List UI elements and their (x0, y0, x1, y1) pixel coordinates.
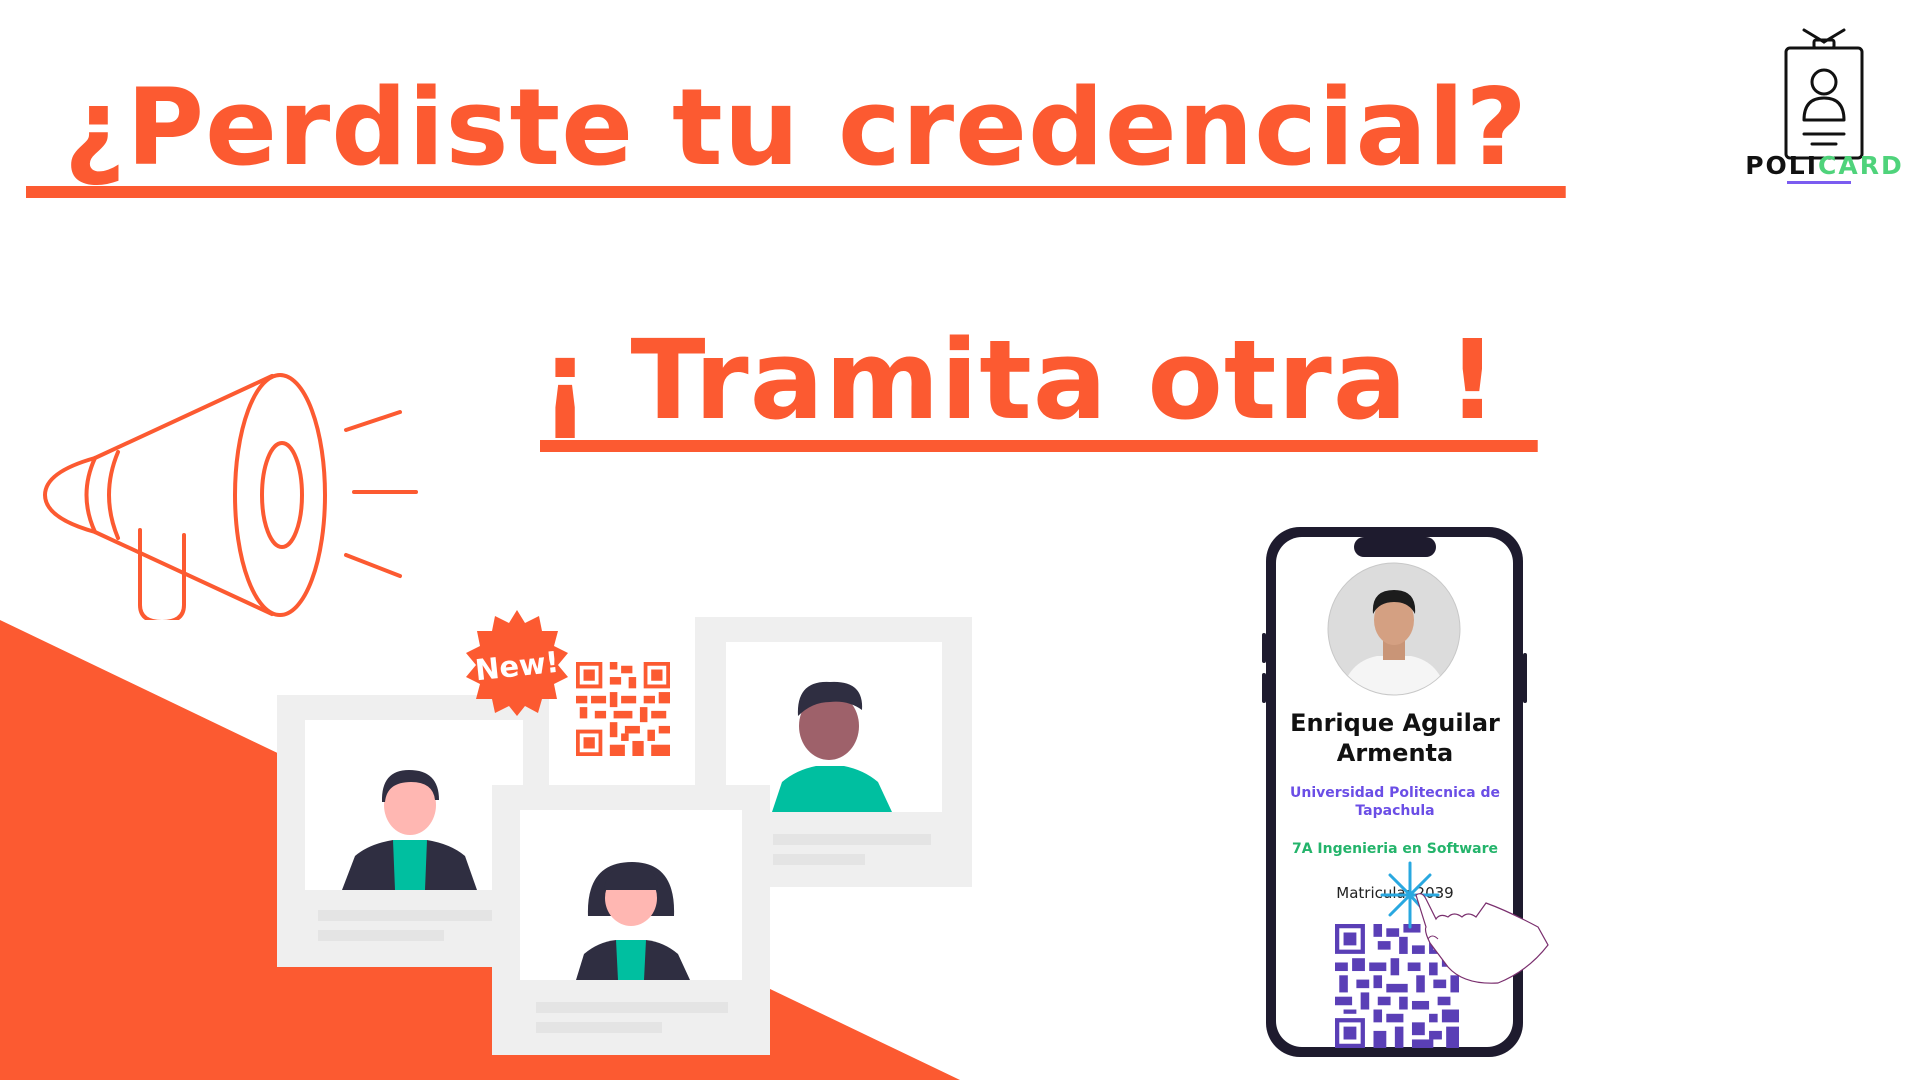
qr-code-icon (576, 662, 670, 756)
profile-card-line (318, 910, 508, 921)
profile-card-line (536, 1022, 662, 1033)
megaphone-icon (43, 373, 418, 620)
profile-card-line (318, 930, 444, 941)
credential-name: Enrique Aguilar Armenta (1290, 709, 1500, 767)
headline-request-another: ¡ Tramita otra ! (540, 316, 1538, 444)
tap-hand-icon (1380, 861, 1549, 984)
credential-university: Universidad Politecnica de Tapachula (1289, 785, 1501, 819)
profile-card-line (773, 834, 931, 845)
brand-name-part2: CARD (1818, 151, 1904, 180)
profile-photo (1327, 562, 1461, 696)
avatar-woman-icon (576, 862, 690, 980)
brand-underline (1787, 181, 1851, 184)
brand-name-part1: POLI (1745, 151, 1819, 180)
avatar-man-icon (342, 770, 477, 890)
brand-logo-text: POLICARD (1742, 151, 1907, 180)
profile-card-line (773, 854, 865, 865)
profile-card-line (536, 1002, 728, 1013)
headline-lost-credential: ¿Perdiste tu credencial? (26, 66, 1566, 189)
